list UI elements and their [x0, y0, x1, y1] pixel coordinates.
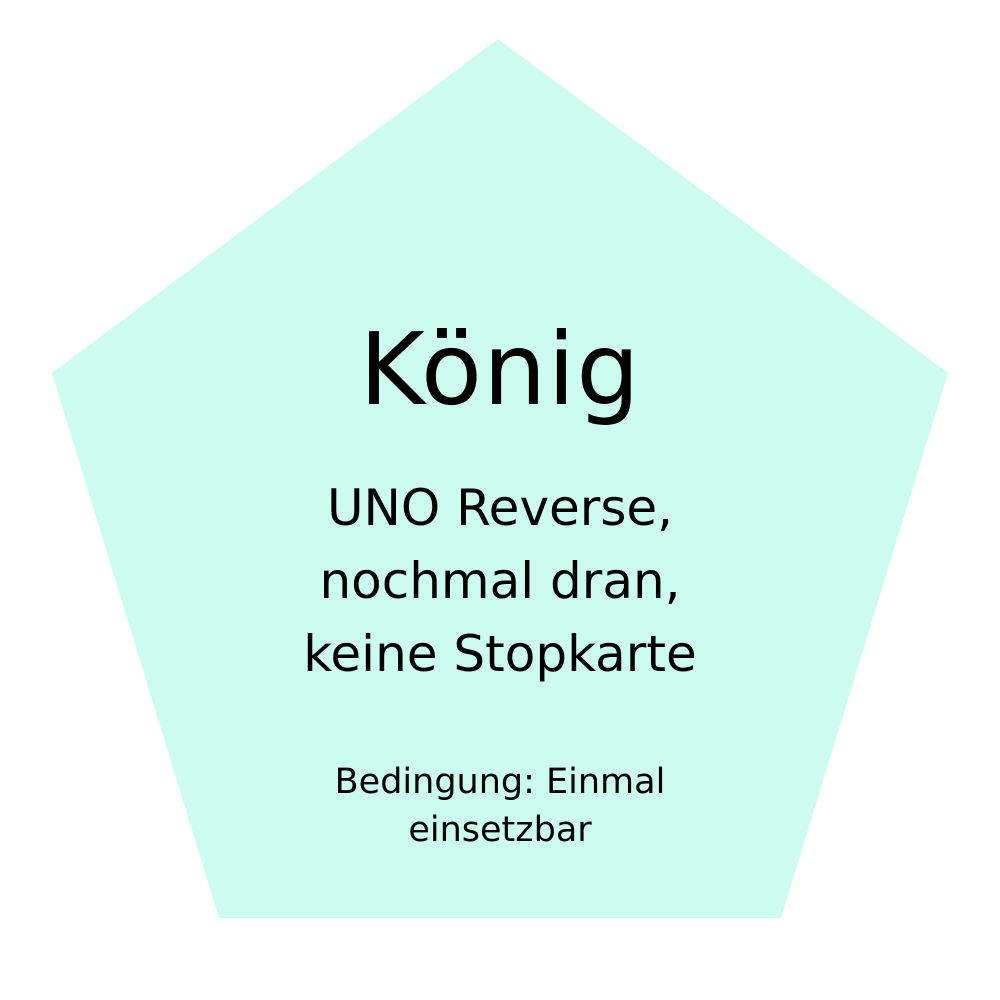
description-line: UNO Reverse, [326, 479, 674, 537]
description-line: keine Stopkarte [303, 625, 697, 683]
card-condition: Bedingung: Einmal einsetzbar [0, 758, 1000, 854]
description-line: nochmal dran, [319, 552, 681, 610]
condition-line: Bedingung: Einmal [334, 762, 666, 802]
card-description: UNO Reverse, nochmal dran, keine Stopkar… [0, 472, 1000, 691]
card-title: König [359, 311, 641, 428]
condition-line: einsetzbar [408, 810, 592, 850]
card: König UNO Reverse, nochmal dran, keine S… [0, 0, 1000, 1000]
